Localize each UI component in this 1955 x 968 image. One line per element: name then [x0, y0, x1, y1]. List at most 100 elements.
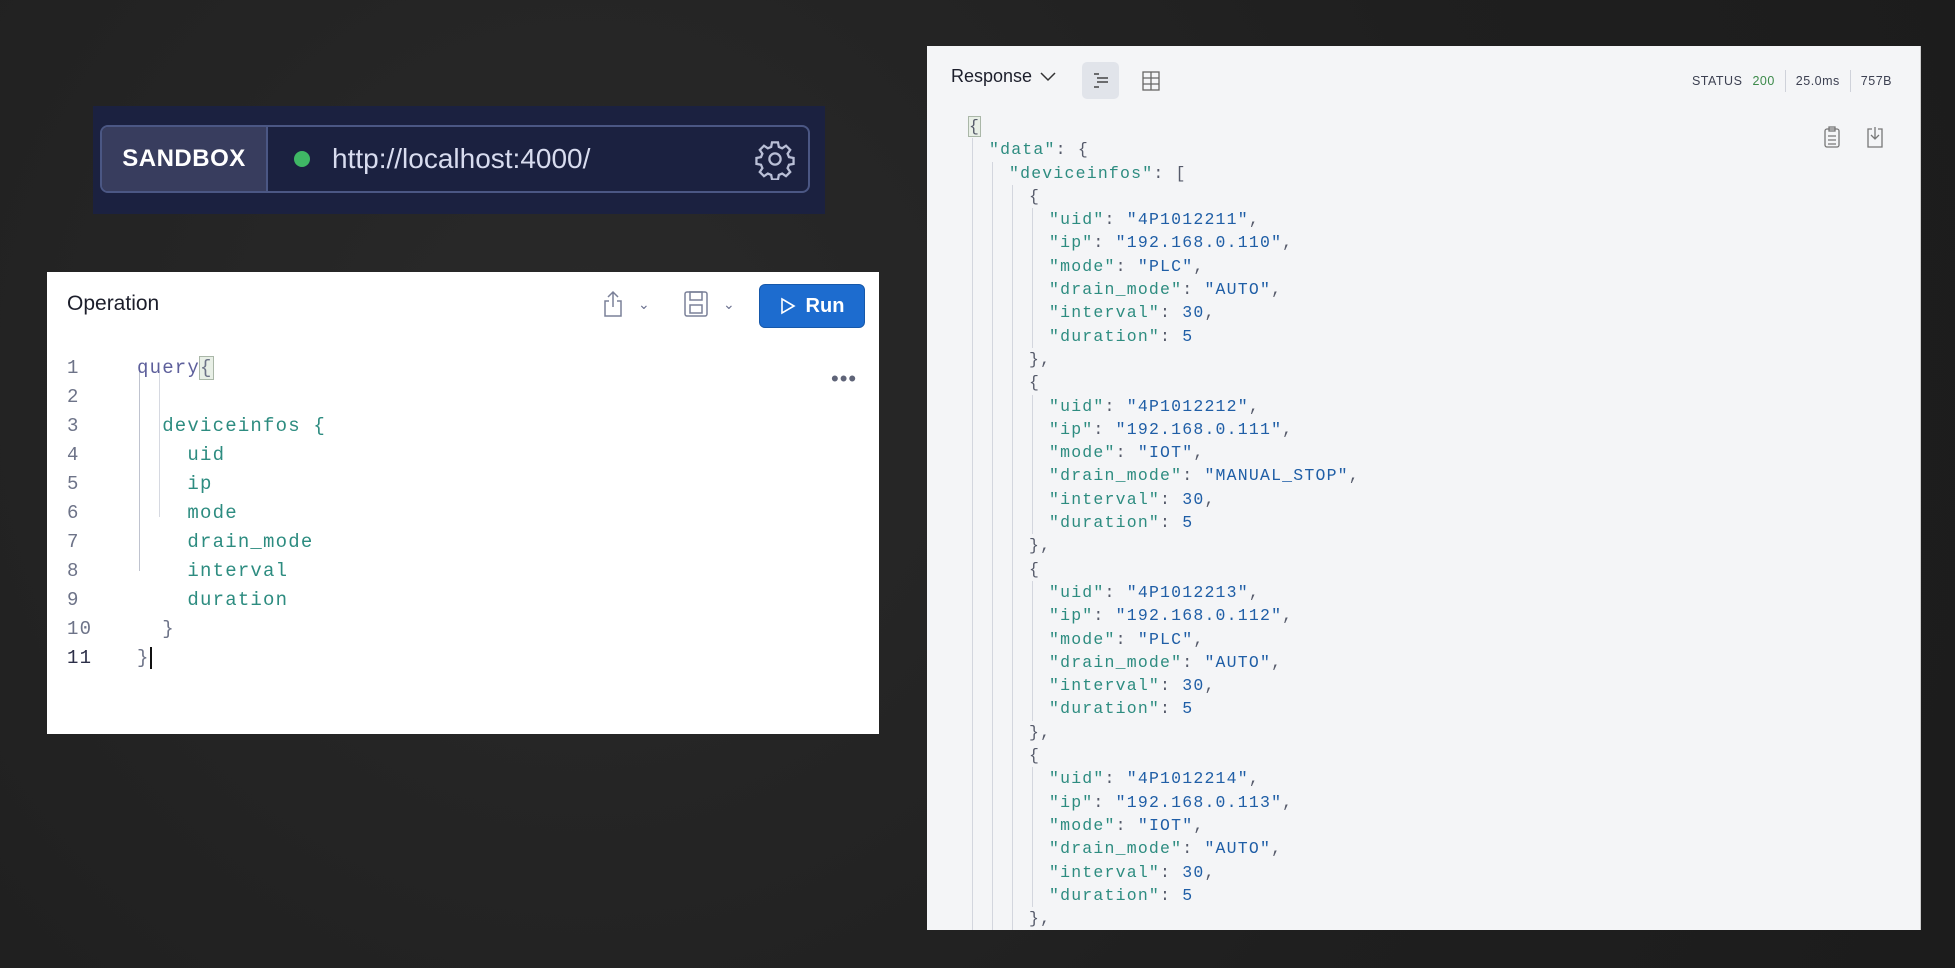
- save-button[interactable]: ⌄: [683, 290, 735, 318]
- json-value: 30: [1182, 303, 1205, 323]
- code-token: }: [137, 647, 150, 669]
- code-text: }: [137, 615, 175, 644]
- code-line: 10 }: [47, 615, 879, 644]
- operation-editor[interactable]: 1 query{2 3 deviceinfos {4 uid 5 ip 6 mode 7 …: [47, 354, 879, 673]
- line-number: 11: [67, 647, 93, 669]
- json-key: "drain_mode": [1049, 652, 1183, 672]
- json-line: "duration": 5: [969, 511, 1360, 534]
- response-time: 25.0ms: [1795, 74, 1840, 88]
- json-punct: ,: [1193, 815, 1205, 835]
- share-icon: [604, 290, 622, 317]
- matching-brace: {: [199, 356, 214, 380]
- operation-panel: Operation ⌄ ⌄ Run ••• 1 query{2 3 devicein…: [47, 272, 879, 734]
- json-view-button[interactable]: [1082, 62, 1119, 99]
- code-token: deviceinfos {: [137, 415, 327, 437]
- json-line: },: [969, 534, 1360, 557]
- json-value: 5: [1182, 513, 1194, 533]
- json-punct: {: [1029, 746, 1041, 766]
- table-icon: [1141, 70, 1160, 91]
- code-line: 1 query{: [47, 354, 879, 383]
- indent-guide: [1032, 767, 1033, 908]
- line-number: 4: [67, 444, 80, 466]
- json-line: "ip": "192.168.0.110",: [969, 231, 1360, 254]
- line-number: 10: [67, 618, 93, 640]
- json-punct: ,: [1248, 582, 1260, 602]
- json-punct: :: [1104, 769, 1127, 789]
- json-punct: :: [1104, 396, 1127, 416]
- json-punct: ,: [1204, 676, 1216, 696]
- code-text: deviceinfos {: [137, 412, 326, 441]
- chevron-down-icon: [1040, 71, 1056, 81]
- json-line: "drain_mode": "AUTO",: [969, 651, 1360, 674]
- json-value: 5: [1182, 326, 1194, 346]
- endpoint-field[interactable]: SANDBOX http://localhost:4000/: [100, 125, 810, 193]
- json-value: "PLC": [1137, 629, 1194, 649]
- json-line: "data": {: [969, 138, 1360, 161]
- indent-guide: [1032, 394, 1033, 535]
- clipboard-icon[interactable]: [1824, 126, 1840, 148]
- status-code: 200: [1752, 74, 1775, 88]
- sandbox-endpoint-bar: SANDBOX http://localhost:4000/: [93, 106, 825, 214]
- json-key: "interval": [1049, 489, 1161, 509]
- json-key: "ip": [1049, 233, 1094, 253]
- indent-guide: [972, 138, 973, 931]
- json-punct: ,: [1271, 280, 1283, 300]
- json-line: "mode": "IOT",: [969, 441, 1360, 464]
- json-punct: :: [1182, 652, 1205, 672]
- code-line: 11}: [47, 644, 879, 673]
- code-text: }: [137, 644, 152, 673]
- endpoint-url[interactable]: http://localhost:4000/: [332, 143, 754, 175]
- gear-icon[interactable]: [754, 138, 796, 180]
- json-value: "4P1012211": [1126, 210, 1249, 230]
- json-line: "interval": 30,: [969, 301, 1360, 324]
- code-text: uid: [137, 441, 225, 470]
- json-value: "192.168.0.110": [1115, 233, 1283, 253]
- json-value: "IOT": [1137, 443, 1194, 463]
- json-line: "ip": "192.168.0.112",: [969, 604, 1360, 627]
- json-value: "4P1012214": [1126, 769, 1249, 789]
- json-value: "AUTO": [1204, 280, 1272, 300]
- play-icon: [780, 297, 796, 315]
- json-line: {: [969, 185, 1360, 208]
- json-punct: {: [1029, 373, 1041, 393]
- share-button[interactable]: ⌄: [602, 290, 650, 318]
- json-value: "AUTO": [1204, 839, 1272, 859]
- json-key: "ip": [1049, 792, 1094, 812]
- json-punct: },: [1029, 349, 1052, 369]
- indent-guide: [1032, 581, 1033, 721]
- json-value: 5: [1182, 885, 1194, 905]
- json-line: },: [969, 907, 1360, 930]
- json-key: "deviceinfos": [1009, 163, 1154, 183]
- json-line: "interval": 30,: [969, 488, 1360, 511]
- json-punct: :: [1093, 606, 1116, 626]
- table-view-button[interactable]: [1132, 62, 1169, 99]
- response-stats: STATUS 200 25.0ms 757B: [1692, 70, 1892, 92]
- download-icon[interactable]: [1866, 126, 1884, 148]
- response-dropdown[interactable]: Response: [951, 66, 1056, 87]
- format-icon: [1093, 72, 1108, 88]
- json-key: "interval": [1049, 303, 1161, 323]
- json-line: "uid": "4P1012214",: [969, 767, 1360, 790]
- indent-guide: [992, 161, 993, 931]
- text-cursor: [149, 646, 152, 669]
- json-punct: ,: [1271, 652, 1283, 672]
- run-button[interactable]: Run: [759, 284, 865, 328]
- json-punct: ,: [1248, 210, 1260, 230]
- code-line: 2: [47, 383, 879, 412]
- json-value: "PLC": [1137, 256, 1194, 276]
- json-punct: :: [1093, 792, 1116, 812]
- json-key: "interval": [1049, 676, 1161, 696]
- json-punct: },: [1029, 722, 1052, 742]
- code-line: 6 mode: [47, 499, 879, 528]
- json-punct: ,: [1282, 792, 1294, 812]
- line-number: 8: [67, 560, 80, 582]
- json-punct: :: [1160, 303, 1183, 323]
- json-punct: :: [1115, 815, 1138, 835]
- code-line: 7 drain_mode: [47, 528, 879, 557]
- json-line: "duration": 5: [969, 884, 1360, 907]
- json-key: "duration": [1049, 699, 1161, 719]
- json-key: "duration": [1049, 513, 1161, 533]
- response-size: 757B: [1860, 74, 1892, 88]
- json-key: "ip": [1049, 419, 1094, 439]
- json-line: "duration": 5: [969, 697, 1360, 720]
